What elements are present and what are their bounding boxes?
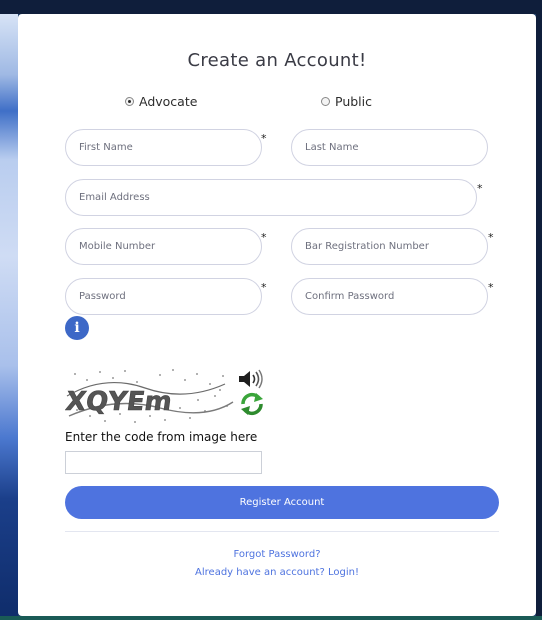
refresh-icon[interactable] [239,392,265,416]
background-strip [0,14,18,620]
captcha-image: XQYEm [64,366,235,426]
info-icon[interactable]: i [65,316,89,340]
divider [65,531,499,532]
mobile-number-input[interactable]: Mobile Number [65,228,262,265]
radio-public-label[interactable]: Public [335,94,372,109]
bar-registration-input[interactable]: Bar Registration Number [291,228,488,265]
captcha-input[interactable] [65,451,262,474]
radio-advocate-indicator[interactable] [125,97,134,106]
captcha-text: XQYEm [65,387,174,417]
radio-advocate-label[interactable]: Advocate [139,94,197,109]
bar-registration-required-marker: * [488,231,494,244]
mobile-required-marker: * [261,231,267,244]
last-name-input[interactable]: Last Name [291,129,488,166]
window-right-frame [536,14,542,620]
radio-public[interactable]: Public [321,94,372,109]
email-required-marker: * [477,182,483,195]
registration-card: Create an Account! Advocate Public First… [18,14,536,616]
forgot-password-link[interactable]: Forgot Password? [18,549,536,560]
window-top-frame [0,0,542,14]
email-input[interactable]: Email Address [65,179,477,216]
page-title: Create an Account! [187,50,367,71]
window-bottom-frame [0,616,542,620]
login-link[interactable]: Already have an account? Login! [18,567,536,578]
register-account-button[interactable]: Register Account [65,486,499,519]
first-name-required-marker: * [261,132,267,145]
radio-advocate[interactable]: Advocate [125,94,197,109]
first-name-input[interactable]: First Name [65,129,262,166]
confirm-password-input[interactable]: Confirm Password [291,278,488,315]
speaker-icon[interactable] [237,368,265,390]
confirm-password-required-marker: * [488,281,494,294]
password-input[interactable]: Password [65,278,262,315]
captcha-instruction: Enter the code from image here [65,430,258,444]
password-required-marker: * [261,281,267,294]
radio-public-indicator[interactable] [321,97,330,106]
